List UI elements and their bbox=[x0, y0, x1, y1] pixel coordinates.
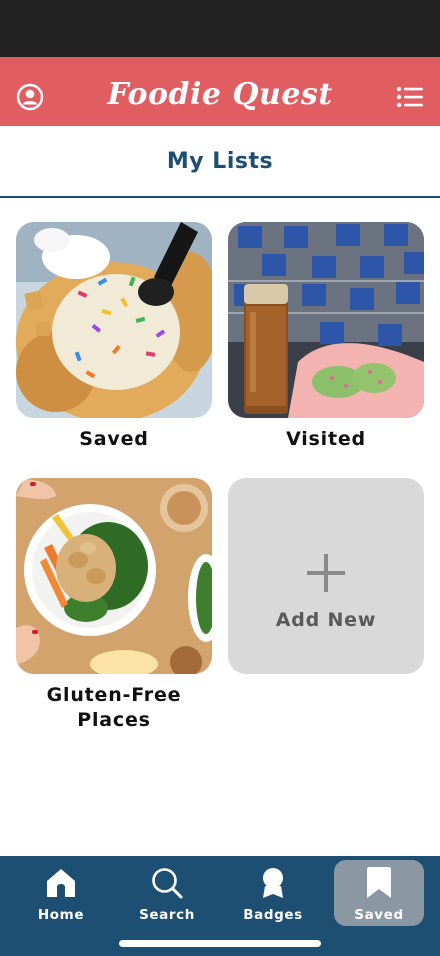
plus-icon bbox=[307, 554, 345, 592]
search-icon bbox=[152, 868, 183, 899]
page-title: My Lists bbox=[166, 149, 274, 174]
waffle-sundae-photo bbox=[16, 222, 212, 418]
nav-item-badges[interactable]: Badges bbox=[228, 860, 318, 926]
list-card-label: Saved bbox=[79, 428, 149, 450]
list-card-gluten-free-places[interactable]: Gluten-Free Places bbox=[16, 478, 212, 733]
nav-label: Badges bbox=[243, 907, 303, 923]
list-card-saved[interactable]: Saved bbox=[16, 222, 212, 452]
nav-label: Saved bbox=[354, 907, 404, 923]
iced-drink-and-cookies-photo bbox=[228, 222, 424, 418]
add-new-list-button[interactable]: Add New bbox=[228, 478, 424, 674]
bookmark-icon bbox=[367, 867, 391, 898]
nav-item-search[interactable]: Search bbox=[122, 860, 212, 926]
menu-button[interactable] bbox=[394, 81, 426, 113]
status-bar bbox=[0, 0, 440, 57]
nav-label: Home bbox=[37, 907, 85, 923]
badge-icon bbox=[263, 868, 283, 898]
nav-item-saved[interactable]: Saved bbox=[334, 860, 424, 926]
title-divider bbox=[0, 196, 440, 198]
app-header: Foodie Quest bbox=[0, 57, 440, 126]
home-indicator bbox=[119, 940, 321, 947]
app-title: Foodie Quest bbox=[107, 77, 333, 112]
list-menu-icon bbox=[396, 86, 423, 108]
list-card-visited[interactable]: Visited bbox=[228, 222, 424, 452]
list-card-label: Visited bbox=[286, 428, 366, 450]
nav-item-home[interactable]: Home bbox=[16, 860, 106, 926]
list-card-label: Gluten-Free Places bbox=[46, 684, 182, 731]
nav-label: Search bbox=[139, 907, 195, 923]
add-new-label: Add New bbox=[275, 609, 377, 631]
home-icon bbox=[47, 869, 75, 897]
chicken-salad-bowl-photo bbox=[16, 478, 212, 674]
